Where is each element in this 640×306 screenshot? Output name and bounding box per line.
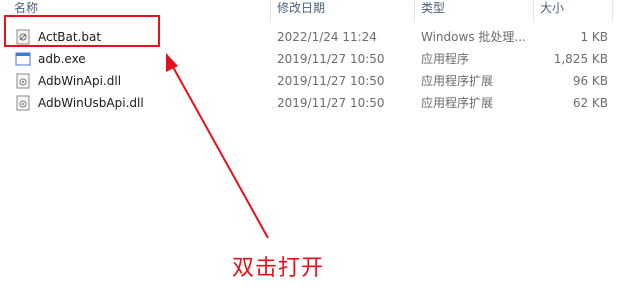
annotation-text: 双击打开 [232,256,325,281]
